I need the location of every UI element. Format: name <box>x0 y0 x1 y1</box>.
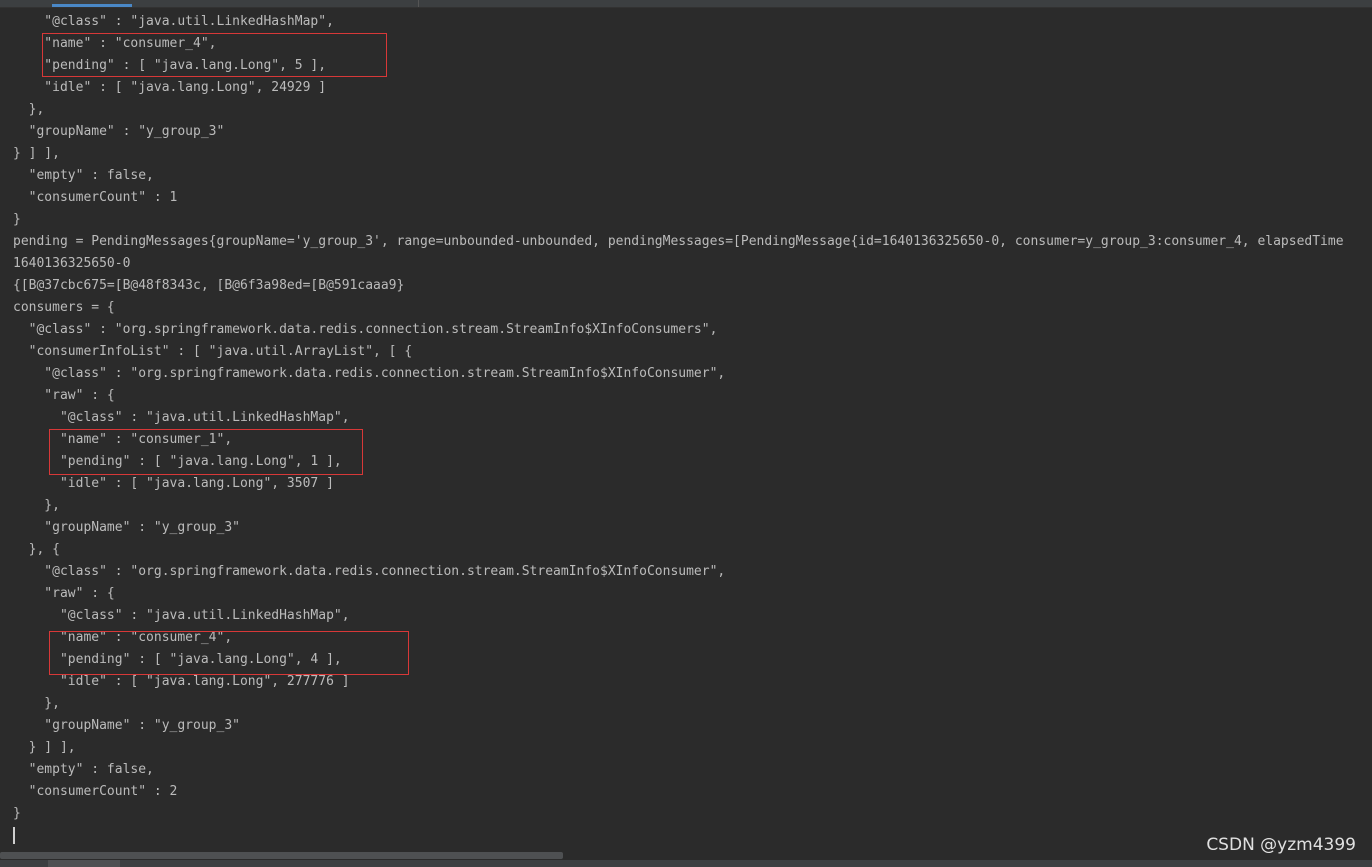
console-line: "empty" : false, <box>13 168 154 183</box>
console-line: } ] ], <box>13 740 76 755</box>
console-line: pending = PendingMessages{groupName='y_g… <box>13 234 1344 249</box>
console-line: "consumerCount" : 2 <box>13 784 178 799</box>
watermark-text: CSDN @yzm4399 <box>1206 835 1356 855</box>
console-line: "raw" : { <box>13 586 115 601</box>
bottom-tab[interactable] <box>48 860 120 867</box>
console-line: } ] ], <box>13 146 60 161</box>
text-caret <box>13 827 15 844</box>
tab-separator <box>418 0 419 7</box>
highlight-box-consumer-4-second <box>49 631 409 675</box>
horizontal-scrollbar-thumb[interactable] <box>0 852 563 859</box>
console-line: "empty" : false, <box>13 762 154 777</box>
console-line: "@class" : "java.util.LinkedHashMap", <box>13 14 334 29</box>
active-tab-indicator[interactable] <box>52 4 132 7</box>
console-line: }, <box>13 102 45 117</box>
console-lines: "@class" : "java.util.LinkedHashMap", "n… <box>13 11 1344 825</box>
console-line: "@class" : "java.util.LinkedHashMap", <box>13 608 350 623</box>
console-line: "groupName" : "y_group_3" <box>13 718 240 733</box>
console-line: 1640136325650-0 <box>13 256 131 271</box>
bottom-tab-strip <box>0 860 1372 867</box>
console-line: {[B@37cbc675=[B@48f8343c, [B@6f3a98ed=[B… <box>13 278 405 293</box>
tab-strip <box>0 0 1372 8</box>
console-line: "groupName" : "y_group_3" <box>13 520 240 535</box>
console-line: } <box>13 806 21 821</box>
console-line: "@class" : "org.springframework.data.red… <box>13 322 718 337</box>
console-line: } <box>13 212 21 227</box>
console-line: }, <box>13 696 60 711</box>
console-line: "@class" : "java.util.LinkedHashMap", <box>13 410 350 425</box>
console-line: "@class" : "org.springframework.data.red… <box>13 564 726 579</box>
console-line: }, { <box>13 542 60 557</box>
console-line: "@class" : "org.springframework.data.red… <box>13 366 726 381</box>
console-line: "consumerInfoList" : [ "java.util.ArrayL… <box>13 344 413 359</box>
console-line: }, <box>13 498 60 513</box>
console-line: "consumerCount" : 1 <box>13 190 178 205</box>
highlight-box-consumer-4-first <box>42 33 387 77</box>
console-line: "groupName" : "y_group_3" <box>13 124 225 139</box>
console-line: "raw" : { <box>13 388 115 403</box>
console-output[interactable]: "@class" : "java.util.LinkedHashMap", "n… <box>0 0 1372 867</box>
console-line: consumers = { <box>13 300 115 315</box>
highlight-box-consumer-1 <box>49 429 363 475</box>
console-line: "idle" : [ "java.lang.Long", 24929 ] <box>13 80 327 95</box>
console-line: "idle" : [ "java.lang.Long", 3507 ] <box>13 476 334 491</box>
